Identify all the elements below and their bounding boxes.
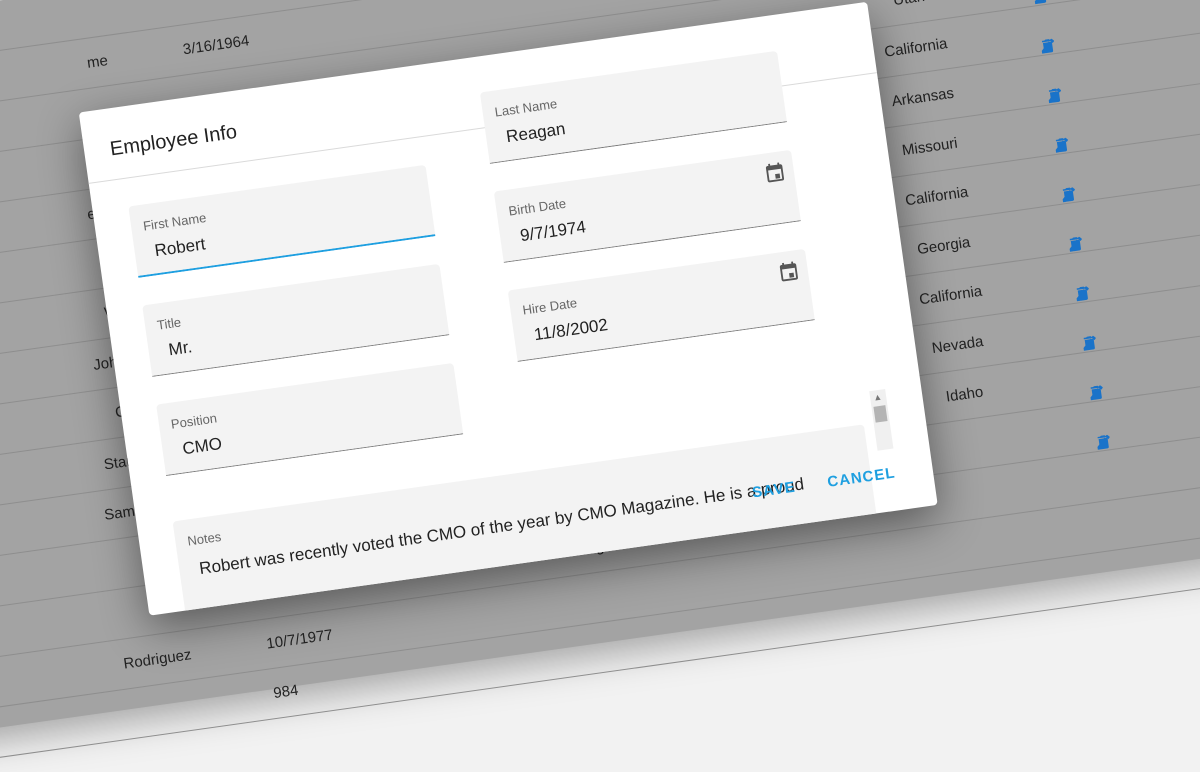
scroll-up-arrow-icon[interactable]: ▲ (872, 392, 882, 403)
last-name-value: Reagan (504, 119, 567, 147)
birth-date-calendar-icon[interactable] (763, 161, 788, 186)
notes-label: Notes (186, 528, 223, 549)
position-value: CMO (181, 433, 224, 459)
position-label: Position (169, 410, 218, 432)
dialog-title: Employee Info (108, 120, 239, 161)
hire-date-field[interactable]: Hire Date 11/8/2002 (507, 248, 815, 362)
position-field[interactable]: Position CMO (156, 362, 464, 476)
cell-birth: 3/16/1964 (181, 32, 251, 59)
first-name-label: First Name (142, 209, 208, 234)
hire-date-value: 11/8/2002 (532, 315, 610, 345)
cell-name: Rodriguez (122, 646, 193, 673)
cell-name (0, 3, 100, 25)
scene: me3/16/196498IdahoUtahton05Californiaeag… (0, 0, 1200, 772)
cell-birth: 984 (272, 681, 300, 703)
cell-name (39, 696, 197, 718)
title-field[interactable]: Title Mr. (142, 263, 450, 377)
notes-scrollbar[interactable]: ▲ (869, 389, 894, 451)
birth-date-label: Birth Date (507, 195, 567, 219)
hire-date-calendar-icon[interactable] (776, 260, 801, 285)
scrollbar-thumb[interactable] (873, 405, 888, 423)
first-name-value: Robert (153, 234, 207, 261)
birth-date-value: 9/7/1974 (518, 217, 588, 246)
cell-birth: 10/7/1977 (265, 626, 334, 653)
cell-name: me (85, 52, 109, 72)
title-value: Mr. (167, 337, 194, 360)
birth-date-field[interactable]: Birth Date 9/7/1974 (493, 149, 801, 263)
cell-state (922, 574, 1061, 593)
first-name-field[interactable]: First Name Robert (128, 164, 436, 278)
last-name-label: Last Name (493, 95, 559, 120)
hire-date-label: Hire Date (521, 295, 579, 318)
title-label: Title (156, 314, 183, 333)
cell-state (915, 525, 1054, 544)
